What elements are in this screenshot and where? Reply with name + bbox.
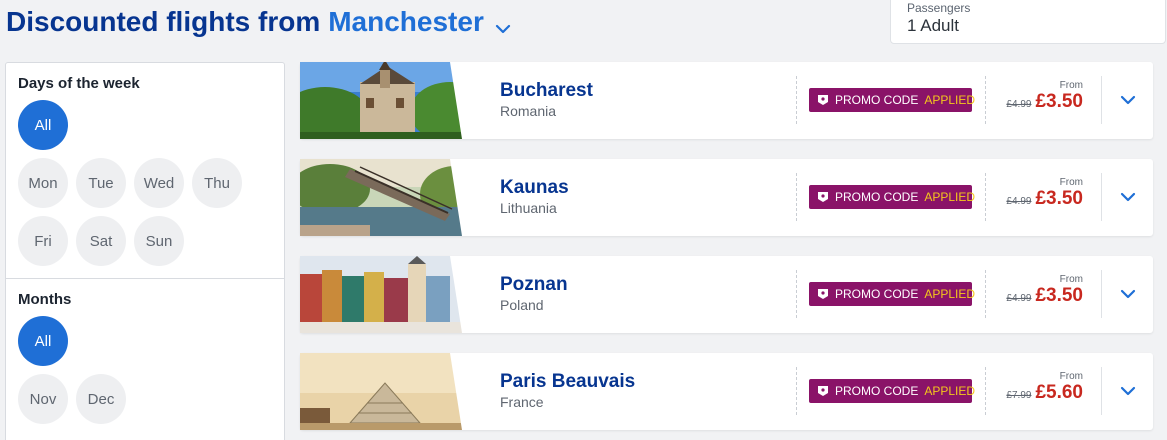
chevron-down-icon <box>1120 95 1135 105</box>
destination-city: Kaunas <box>500 177 569 198</box>
flight-card-paris-beauvais[interactable]: Paris Beauvais France PROMO CODE APPLIED… <box>300 353 1153 430</box>
months-filter: Months All Nov Dec <box>6 279 284 424</box>
expand-button[interactable] <box>1101 270 1153 318</box>
current-price: £3.50 <box>1035 91 1083 112</box>
divider <box>985 270 986 318</box>
divider <box>796 173 797 221</box>
day-chip-wed[interactable]: Wed <box>134 158 184 208</box>
months-filter-heading: Months <box>18 291 72 308</box>
promo-label: PROMO CODE <box>835 93 919 107</box>
old-price: £4.99 <box>1006 99 1032 110</box>
day-chip-sat[interactable]: Sat <box>76 216 126 266</box>
chevron-down-icon <box>1120 192 1135 202</box>
expand-button[interactable] <box>1101 367 1153 415</box>
day-chip-tue[interactable]: Tue <box>76 158 126 208</box>
days-filter-heading: Days of the week <box>18 75 140 92</box>
old-price: £4.99 <box>1006 293 1032 304</box>
destination-country: Poland <box>500 297 544 313</box>
tag-icon <box>817 385 829 397</box>
chevron-down-icon <box>1120 289 1135 299</box>
month-chip-dec[interactable]: Dec <box>76 374 126 424</box>
destination-city: Bucharest <box>500 80 593 101</box>
divider <box>796 270 797 318</box>
price-from-label: From <box>1059 274 1083 285</box>
month-chip-all[interactable]: All <box>18 316 68 366</box>
price-from-label: From <box>1059 80 1083 91</box>
destination: Bucharest Romania <box>500 80 593 119</box>
destination-photo <box>300 62 480 139</box>
flight-card-poznan[interactable]: Poznan Poland PROMO CODE APPLIED From £4… <box>300 256 1153 333</box>
page-title: Discounted flights from Manchester <box>6 6 512 38</box>
day-chip-thu[interactable]: Thu <box>192 158 242 208</box>
promo-status: APPLIED <box>924 190 976 204</box>
promo-badge: PROMO CODE APPLIED <box>809 379 976 403</box>
price-block: From £4.99 £3.50 <box>1006 274 1083 307</box>
day-chip-sun[interactable]: Sun <box>134 216 184 266</box>
price-from-label: From <box>1059 177 1083 188</box>
passengers-value: 1 Adult <box>907 16 959 35</box>
destination-country: France <box>500 394 544 410</box>
promo-status: APPLIED <box>924 384 976 398</box>
day-chip-fri[interactable]: Fri <box>18 216 68 266</box>
destination: Kaunas Lithuania <box>500 177 569 216</box>
destination-city: Paris Beauvais <box>500 371 636 392</box>
promo-status: APPLIED <box>924 287 976 301</box>
expand-button[interactable] <box>1101 76 1153 124</box>
chevron-down-icon <box>1120 386 1135 396</box>
divider <box>985 173 986 221</box>
old-price: £7.99 <box>1006 390 1032 401</box>
price-block: From £7.99 £5.60 <box>1006 371 1083 404</box>
promo-label: PROMO CODE <box>835 287 919 301</box>
price-block: From £4.99 £3.50 <box>1006 80 1083 113</box>
tag-icon <box>817 94 829 106</box>
destination-photo <box>300 256 480 333</box>
promo-label: PROMO CODE <box>835 190 919 204</box>
filters-panel: Days of the week All Mon Tue Wed Thu Fri… <box>5 62 285 440</box>
current-price: £3.50 <box>1035 285 1083 306</box>
destination-country: Romania <box>500 103 557 119</box>
destination-photo <box>300 159 480 236</box>
promo-label: PROMO CODE <box>835 384 919 398</box>
destination: Paris Beauvais France <box>500 371 635 410</box>
destination-city: Poznan <box>500 274 568 295</box>
passengers-label: Passengers <box>907 1 971 15</box>
chevron-down-icon[interactable] <box>494 13 512 34</box>
current-price: £5.60 <box>1035 382 1083 403</box>
tag-icon <box>817 288 829 300</box>
flight-card-bucharest[interactable]: Bucharest Romania PROMO CODE APPLIED Fro… <box>300 62 1153 139</box>
promo-status: APPLIED <box>924 93 976 107</box>
flight-card-kaunas[interactable]: Kaunas Lithuania PROMO CODE APPLIED From… <box>300 159 1153 236</box>
page-title-prefix: Discounted flights from <box>6 6 321 37</box>
divider <box>796 76 797 124</box>
passengers-selector[interactable]: Passengers 1 Adult <box>890 0 1166 44</box>
destination: Poznan Poland <box>500 274 568 313</box>
price-from-label: From <box>1059 371 1083 382</box>
promo-badge: PROMO CODE APPLIED <box>809 88 976 112</box>
destination-photo <box>300 353 480 430</box>
divider <box>985 367 986 415</box>
day-chip-mon[interactable]: Mon <box>18 158 68 208</box>
divider <box>796 367 797 415</box>
tag-icon <box>817 191 829 203</box>
month-chip-nov[interactable]: Nov <box>18 374 68 424</box>
current-price: £3.50 <box>1035 188 1083 209</box>
old-price: £4.99 <box>1006 196 1032 207</box>
origin-city-selector[interactable]: Manchester <box>328 6 484 38</box>
expand-button[interactable] <box>1101 173 1153 221</box>
divider <box>985 76 986 124</box>
promo-badge: PROMO CODE APPLIED <box>809 282 976 306</box>
promo-badge: PROMO CODE APPLIED <box>809 185 976 209</box>
day-chip-all[interactable]: All <box>18 100 68 150</box>
price-block: From £4.99 £3.50 <box>1006 177 1083 210</box>
days-filter: Days of the week All Mon Tue Wed Thu Fri… <box>6 63 284 266</box>
destination-country: Lithuania <box>500 200 557 216</box>
